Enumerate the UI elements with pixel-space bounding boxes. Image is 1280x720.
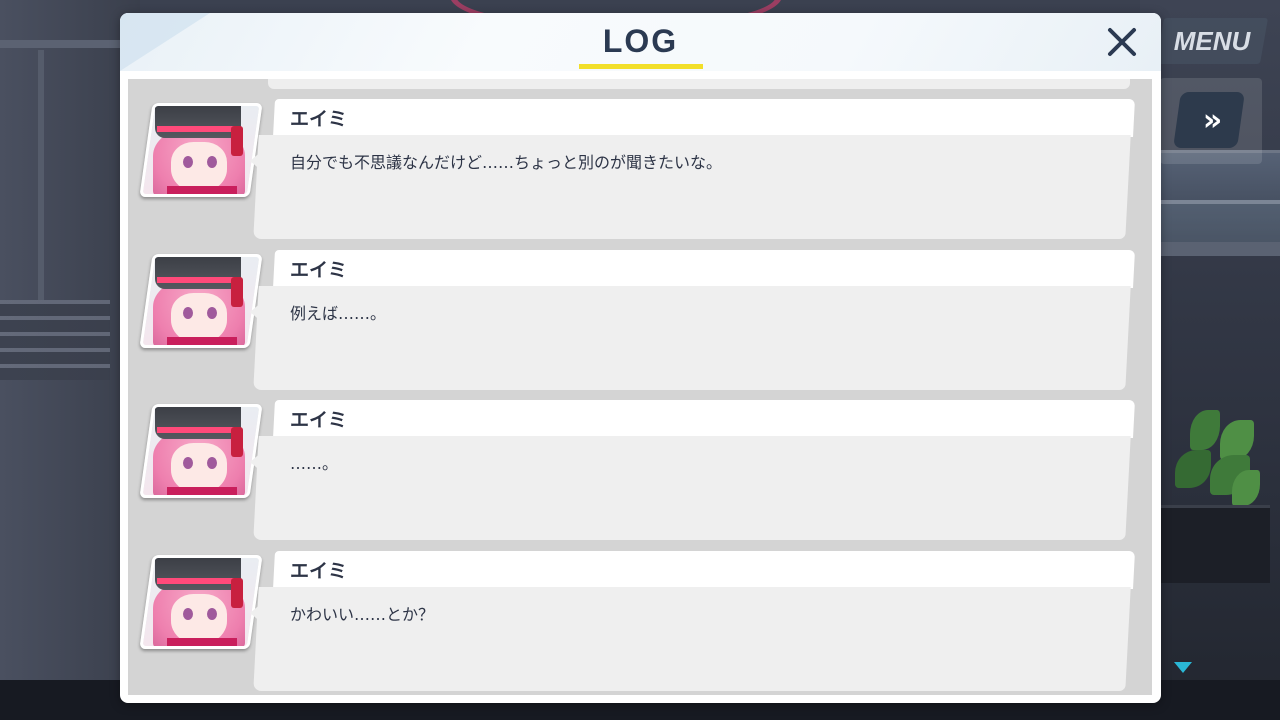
title-underline — [579, 64, 703, 69]
background-stairs — [0, 300, 110, 380]
speaker-name-bar — [273, 551, 1135, 589]
speaker-portrait — [139, 254, 263, 348]
speaker-name: エイミ — [290, 108, 348, 130]
dialogue-text: 例えば……。 — [290, 304, 387, 323]
speaker-name: エイミ — [290, 409, 348, 431]
background-planter — [1150, 505, 1270, 583]
close-icon[interactable] — [1103, 23, 1141, 61]
log-entry: エイミ 自分でも不思議なんだけど……ちょっと別のが聞きたいな。 — [128, 99, 1152, 241]
dialogue-text: 自分でも不思議なんだけど……ちょっと別のが聞きたいな。 — [290, 153, 723, 172]
log-title: LOG — [602, 23, 679, 59]
background-beam — [0, 40, 140, 48]
speaker-name: エイミ — [290, 259, 348, 281]
speaker-portrait — [139, 404, 263, 498]
log-entry: エイミ かわいい……とか？ — [128, 551, 1152, 693]
log-panel: LOG エイミ 自分でも不思議なんだけど……ちょっと別のが聞きたいな。 エイミ … — [120, 13, 1161, 703]
background-railing — [1155, 200, 1280, 246]
log-entry: エイミ 例えば……。 — [128, 250, 1152, 392]
menu-button[interactable]: MENU — [1155, 18, 1269, 64]
speaker-portrait — [139, 103, 263, 197]
fast-forward-button[interactable]: » — [1173, 92, 1245, 148]
bubble-pointer — [250, 151, 262, 171]
background-ledge — [1155, 242, 1280, 256]
bubble-pointer — [250, 452, 262, 472]
speaker-name: エイミ — [290, 560, 348, 582]
previous-entry-tail — [268, 79, 1130, 89]
speaker-name-bar — [273, 250, 1135, 288]
speaker-name-bar — [273, 400, 1135, 438]
chevron-down-icon — [1174, 662, 1192, 673]
background-plant — [1170, 410, 1260, 520]
bubble-pointer — [250, 603, 262, 623]
fast-forward-icon: » — [1203, 102, 1215, 138]
bubble-pointer — [250, 302, 262, 322]
menu-button-label: MENU — [1173, 25, 1251, 56]
speaker-name-bar — [273, 99, 1135, 137]
log-list[interactable]: エイミ 自分でも不思議なんだけど……ちょっと別のが聞きたいな。 エイミ 例えば…… — [128, 79, 1152, 695]
background-pillar — [38, 50, 44, 300]
log-header: LOG — [120, 13, 1161, 71]
dialogue-text: ……。 — [290, 454, 339, 473]
speaker-portrait — [139, 555, 263, 649]
log-entry: エイミ ……。 — [128, 400, 1152, 542]
dialogue-text: かわいい……とか？ — [290, 605, 435, 624]
dialogue-bubble — [253, 436, 1131, 540]
